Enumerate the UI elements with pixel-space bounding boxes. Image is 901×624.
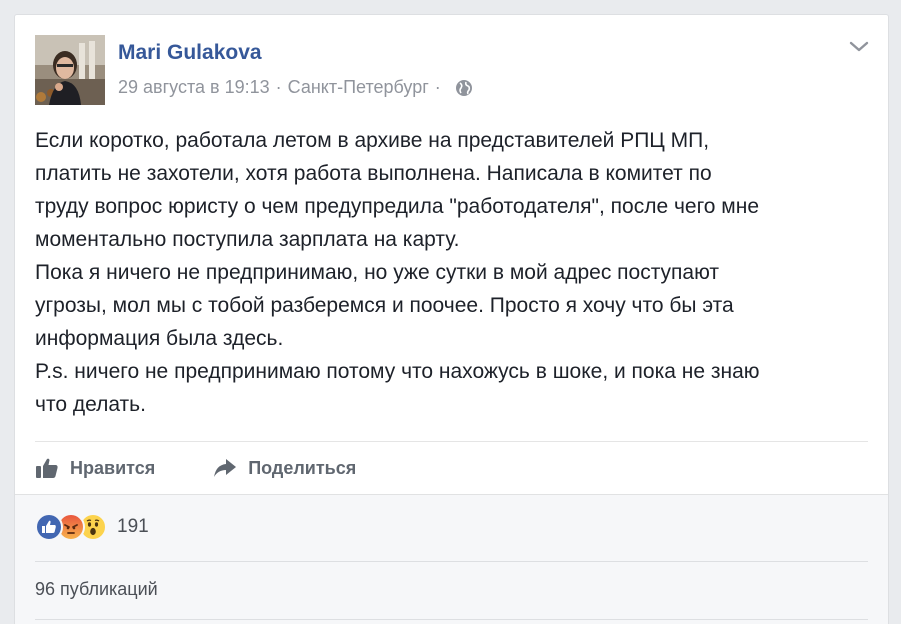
reactions-summary[interactable]: 191 — [35, 513, 149, 541]
chevron-down-icon[interactable] — [848, 39, 870, 55]
share-label: Поделиться — [248, 457, 357, 478]
like-reaction-icon — [35, 513, 63, 541]
post-text-line: платить не захотели, хотя работа выполне… — [35, 162, 712, 185]
like-button[interactable]: Нравится — [35, 457, 155, 479]
post-text-line: угрозы, мол мы с тобой разберемся и пооч… — [35, 294, 734, 317]
like-label: Нравится — [70, 457, 156, 478]
author-avatar[interactable] — [35, 35, 105, 105]
meta-separator: · — [275, 77, 282, 97]
share-button[interactable]: Поделиться — [213, 458, 356, 479]
post-text-line: что делать. — [35, 393, 146, 416]
post-timestamp-link[interactable]: 29 августа в 19:13 — [118, 77, 270, 98]
post-card: Mari Gulakova 29 августа в 19:13 · Санкт… — [14, 14, 889, 624]
reaction-count: 191 — [117, 516, 149, 537]
globe-icon[interactable] — [455, 79, 473, 97]
post-text-line: P.s. ничего не предпринимаю потому что н… — [35, 360, 760, 383]
shares-count-link[interactable]: 96 публикаций — [35, 579, 158, 600]
meta-separator: · — [434, 77, 441, 97]
post-text-line: информация была здесь. — [35, 327, 284, 350]
footer-divider — [35, 619, 868, 620]
post-text-line: Если коротко, работала летом в архиве на… — [35, 129, 710, 152]
footer-divider — [35, 561, 868, 562]
post-footer: 191 96 публикаций — [15, 494, 888, 624]
author-name-link[interactable]: Mari Gulakova — [118, 41, 262, 65]
post-location-link[interactable]: Санкт-Петербург — [288, 77, 429, 98]
post-meta: 29 августа в 19:13 · Санкт-Петербург · — [118, 77, 473, 98]
post-text-line: Пока я ничего не предпринимаю, но уже су… — [35, 261, 720, 284]
post-body: Если коротко, работала летом в архиве на… — [35, 124, 880, 421]
actions-divider — [35, 441, 868, 442]
post-text-line: моментально поступила зарплата на карту. — [35, 228, 460, 251]
thumbs-up-icon — [36, 458, 58, 478]
post-text-line: труду вопрос юристу о чем предупредила "… — [35, 195, 760, 218]
post-actions-bar: Нравится Поделиться — [35, 451, 356, 485]
share-arrow-icon — [214, 459, 237, 477]
